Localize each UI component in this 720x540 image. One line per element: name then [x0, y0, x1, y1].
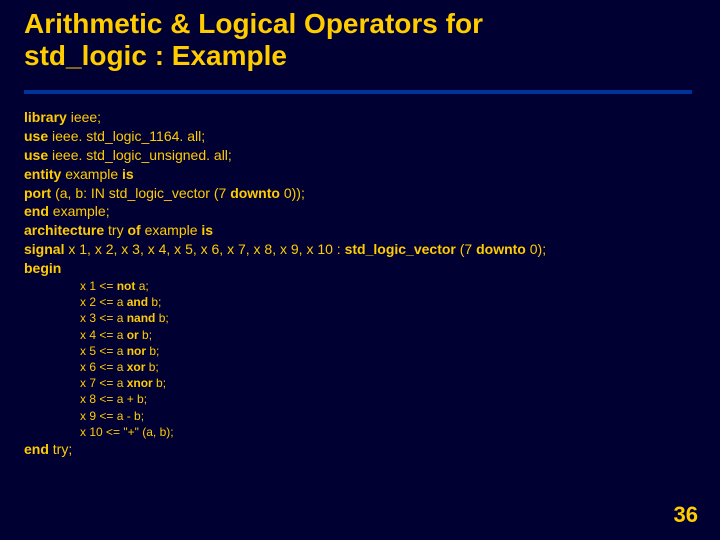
txt: try;: [49, 441, 72, 457]
kw-begin: begin: [24, 260, 61, 276]
code-sub-8: x 8 <= a + b;: [80, 391, 696, 407]
txt: b;: [155, 311, 168, 325]
kw-not: not: [117, 279, 136, 293]
txt: x 4 <= a: [80, 328, 127, 342]
txt: b;: [145, 360, 158, 374]
txt: b;: [153, 376, 166, 390]
kw-use: use: [24, 128, 48, 144]
kw-signal: signal: [24, 241, 64, 257]
kw-nand: nand: [127, 311, 156, 325]
code-line-10: end try;: [24, 440, 696, 459]
page-number: 36: [674, 502, 698, 528]
txt: ieee. std_logic_unsigned. all;: [48, 147, 232, 163]
kw-of: of: [128, 222, 141, 238]
txt: x 9 <= a - b;: [80, 409, 144, 423]
kw-downto: downto: [230, 185, 280, 201]
txt: example;: [49, 203, 110, 219]
kw-downto: downto: [476, 241, 526, 257]
code-line-5: port (a, b: IN std_logic_vector (7 downt…: [24, 184, 696, 203]
txt: x 10 <= "+" (a, b);: [80, 425, 174, 439]
title-line-2: std_logic : Example: [24, 40, 287, 71]
code-sub-3: x 3 <= a nand b;: [80, 310, 696, 326]
title-underline: [24, 90, 692, 94]
kw-stdlogicvector: std_logic_vector: [345, 241, 456, 257]
code-sub-2: x 2 <= a and b;: [80, 294, 696, 310]
code-line-1: library ieee;: [24, 108, 696, 127]
code-line-6: end example;: [24, 202, 696, 221]
txt: try: [104, 222, 127, 238]
code-line-8: signal x 1, x 2, x 3, x 4, x 5, x 6, x 7…: [24, 240, 696, 259]
txt: x 1 <=: [80, 279, 117, 293]
code-line-3: use ieee. std_logic_unsigned. all;: [24, 146, 696, 165]
txt: x 6 <= a: [80, 360, 127, 374]
txt: ieee. std_logic_1164. all;: [48, 128, 205, 144]
kw-is: is: [122, 166, 134, 182]
kw-use: use: [24, 147, 48, 163]
kw-end: end: [24, 441, 49, 457]
slide: Arithmetic & Logical Operators for std_l…: [0, 0, 720, 540]
kw-library: library: [24, 109, 67, 125]
code-sub-6: x 6 <= a xor b;: [80, 359, 696, 375]
kw-and: and: [127, 295, 148, 309]
code-line-9: begin: [24, 259, 696, 278]
slide-title: Arithmetic & Logical Operators for std_l…: [24, 8, 696, 72]
txt: (7: [456, 241, 476, 257]
kw-nor: nor: [127, 344, 146, 358]
txt: b;: [139, 328, 152, 342]
txt: ieee;: [67, 109, 101, 125]
code-sub-7: x 7 <= a xnor b;: [80, 375, 696, 391]
txt: x 3 <= a: [80, 311, 127, 325]
txt: example: [61, 166, 122, 182]
kw-entity: entity: [24, 166, 61, 182]
kw-port: port: [24, 185, 51, 201]
txt: b;: [146, 344, 159, 358]
txt: a;: [135, 279, 148, 293]
txt: x 5 <= a: [80, 344, 127, 358]
code-block: library ieee; use ieee. std_logic_1164. …: [24, 108, 696, 459]
kw-xor: xor: [127, 360, 146, 374]
txt: 0));: [280, 185, 305, 201]
kw-architecture: architecture: [24, 222, 104, 238]
code-sub-4: x 4 <= a or b;: [80, 327, 696, 343]
txt: example: [141, 222, 202, 238]
txt: 0);: [526, 241, 546, 257]
kw-is: is: [201, 222, 213, 238]
code-line-7: architecture try of example is: [24, 221, 696, 240]
title-line-1: Arithmetic & Logical Operators for: [24, 8, 483, 39]
txt: x 7 <= a: [80, 376, 127, 390]
txt: x 1, x 2, x 3, x 4, x 5, x 6, x 7, x 8, …: [64, 241, 344, 257]
txt: x 8 <= a + b;: [80, 392, 147, 406]
code-sub-10: x 10 <= "+" (a, b);: [80, 424, 696, 440]
kw-xnor: xnor: [127, 376, 153, 390]
code-sub-9: x 9 <= a - b;: [80, 408, 696, 424]
txt: b;: [148, 295, 161, 309]
code-sub-1: x 1 <= not a;: [80, 278, 696, 294]
code-sub-block: x 1 <= not a; x 2 <= a and b; x 3 <= a n…: [80, 278, 696, 440]
code-line-4: entity example is: [24, 165, 696, 184]
code-sub-5: x 5 <= a nor b;: [80, 343, 696, 359]
code-line-2: use ieee. std_logic_1164. all;: [24, 127, 696, 146]
kw-end: end: [24, 203, 49, 219]
txt: (a, b: IN std_logic_vector (7: [51, 185, 230, 201]
txt: x 2 <= a: [80, 295, 127, 309]
kw-or: or: [127, 328, 139, 342]
